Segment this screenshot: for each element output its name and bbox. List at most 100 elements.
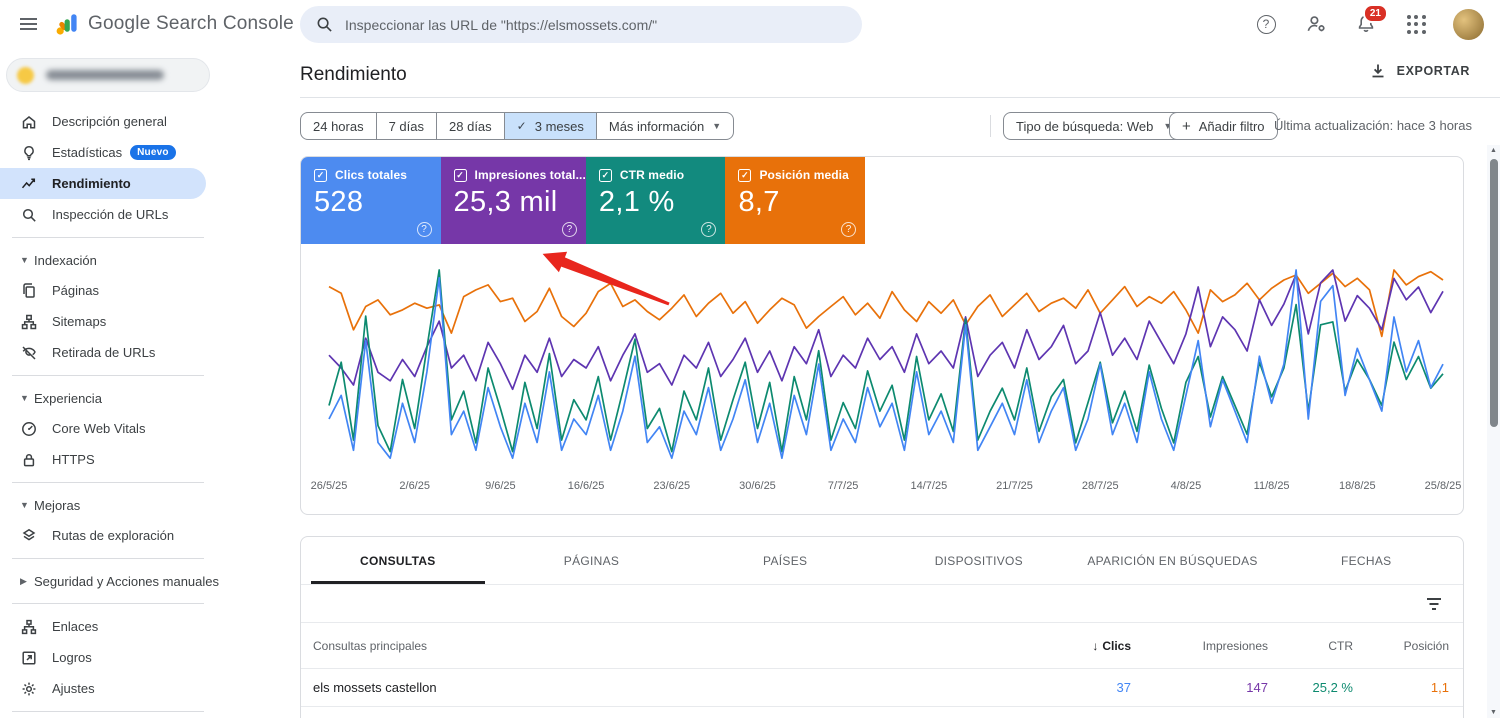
- metric-help-icon[interactable]: ?: [561, 222, 577, 237]
- sidebar-item-estad-sticas[interactable]: Estadísticas Nuevo: [0, 137, 300, 168]
- scrollbar-thumb[interactable]: [1489, 159, 1498, 427]
- performance-line-chart[interactable]: [325, 258, 1447, 470]
- help-button[interactable]: ?: [1253, 11, 1279, 37]
- tab-consultas[interactable]: CONSULTAS: [301, 537, 495, 584]
- sidebar-item-https[interactable]: HTTPS: [0, 444, 300, 475]
- table-row[interactable]: els mossets castellon 37 147 25,2 % 1,1: [301, 669, 1463, 707]
- sidebar-item-descripci-n-general[interactable]: Descripción general: [0, 106, 300, 137]
- account-settings-button[interactable]: [1303, 11, 1329, 37]
- metric-card-ctr-medio[interactable]: ✓ CTR medio 2,1 %?: [585, 157, 726, 244]
- table-body: els mossets castellon 37 147 25,2 % 1,1: [301, 669, 1463, 707]
- sort-desc-icon: ↓: [1092, 638, 1099, 653]
- sidebar-section-seguridad-y-acciones-manuales[interactable]: ▶ Seguridad y Acciones manuales: [0, 566, 300, 596]
- date-range-control: 24 horas 7 días 28 días ✓ 3 meses Más informa…: [300, 112, 735, 140]
- scroll-up-icon[interactable]: ▲: [1487, 147, 1500, 154]
- apps-grid-icon: [1406, 14, 1426, 34]
- sidebar-item-enlaces[interactable]: Enlaces: [0, 611, 300, 642]
- sidebar-nav: Descripción general Estadísticas Nuevo Rend…: [0, 106, 300, 718]
- chart-area: 26/5/25 2/6/25 9/6/25 16/6/25 23/6/25 30/6/25…: [301, 258, 1463, 502]
- export-label: EXPORTAR: [1396, 64, 1470, 78]
- achievements-icon: [22, 650, 36, 665]
- sidebar-item-label: Estadísticas: [52, 145, 123, 160]
- tab-dispositivos[interactable]: DISPOSITIVOS: [882, 537, 1076, 584]
- property-selector[interactable]: [6, 58, 210, 92]
- settings-icon: [22, 682, 36, 695]
- tab-aparici-n-en-b-squedas[interactable]: APARICIÓN EN BÚSQUEDAS: [1076, 537, 1270, 584]
- column-header-impresiones[interactable]: Impresiones: [1131, 639, 1268, 653]
- page-title: Rendimiento: [300, 64, 407, 85]
- metric-card-impresiones-total-[interactable]: ✓ Impresiones total... 25,3 mil?: [440, 157, 586, 244]
- metric-card-clics-totales[interactable]: ✓ Clics totales 528?: [301, 157, 441, 244]
- checked-checkbox-icon[interactable]: ✓: [453, 168, 467, 182]
- chevron-right-icon: ▶: [20, 575, 27, 586]
- x-tick-label: 28/7/25: [1081, 480, 1119, 492]
- sidebar-item-sitemaps[interactable]: Sitemaps: [0, 306, 300, 337]
- metric-help-icon[interactable]: ?: [701, 222, 717, 237]
- search-icon: [317, 17, 332, 32]
- metric-label-row: ✓ Posición media: [738, 168, 865, 182]
- last-updated-text: Última actualización: hace 3 horas: [1274, 118, 1472, 133]
- links-icon: [21, 619, 37, 634]
- sidebar-divider: [12, 603, 204, 604]
- search-type-label: Tipo de búsqueda: Web: [1016, 118, 1154, 134]
- home-icon: [22, 115, 36, 129]
- search-input[interactable]: [345, 16, 846, 33]
- sidebar-item-rendimiento[interactable]: Rendimiento: [0, 168, 206, 199]
- sidebar-item-rutas-de-exploraci-n[interactable]: Rutas de exploración: [0, 520, 300, 551]
- sidebar-divider: [12, 558, 204, 559]
- account-avatar[interactable]: [1453, 8, 1484, 40]
- google-apps-button[interactable]: [1403, 11, 1429, 37]
- notifications-button[interactable]: 21: [1353, 4, 1388, 37]
- export-button[interactable]: EXPORTAR: [1369, 62, 1470, 80]
- tab-label: PÁGINAS: [563, 553, 620, 568]
- sidebar-item-ajustes[interactable]: Ajustes: [0, 673, 300, 704]
- metric-help-icon[interactable]: ?: [841, 222, 856, 237]
- url-inspection-icon: [22, 208, 36, 222]
- sidebar-item-retirada-de-urls[interactable]: Retirada de URLs: [0, 337, 300, 368]
- sidebar-section-experiencia[interactable]: ▼ Experiencia: [0, 383, 300, 413]
- sidebar-item-logros[interactable]: Logros: [0, 642, 300, 673]
- checked-checkbox-icon[interactable]: ✓: [738, 168, 752, 182]
- sidebar-item-inspecci-n-de-urls[interactable]: Inspección de URLs: [0, 199, 300, 230]
- chart-line-posici-n: [328, 269, 1444, 338]
- page-header: Rendimiento EXPORTAR: [300, 48, 1500, 98]
- cell-clics: 37: [1116, 680, 1131, 695]
- menu-icon[interactable]: [8, 4, 48, 44]
- checked-checkbox-icon[interactable]: ✓: [314, 168, 327, 182]
- column-header-posicion[interactable]: Posición: [1353, 639, 1449, 653]
- section-label: Mejoras: [34, 497, 81, 513]
- help-icon: ?: [1256, 14, 1276, 34]
- add-filter-button[interactable]: + Añadir filtro: [1169, 112, 1278, 140]
- search-type-filter[interactable]: Tipo de búsqueda: Web ▼: [1003, 112, 1186, 140]
- sidebar-item-p-ginas[interactable]: Páginas: [0, 275, 300, 306]
- vertical-scrollbar[interactable]: ▲ ▼: [1487, 145, 1500, 718]
- url-inspection-search[interactable]: [300, 6, 862, 43]
- date-range-28-d-as[interactable]: 28 días: [437, 113, 505, 139]
- column-header-consultas[interactable]: Consultas principales: [313, 639, 1001, 653]
- metric-value: 25,3 mil: [453, 186, 558, 218]
- sidebar-section-mejoras[interactable]: ▼ Mejoras: [0, 490, 300, 520]
- more-info-dropdown[interactable]: Más información ▼: [597, 113, 733, 139]
- metric-card-posici-n-media[interactable]: ✓ Posición media 8,7?: [725, 157, 865, 244]
- filter-list-icon[interactable]: [1425, 596, 1443, 612]
- sidebar-section-indexaci-n[interactable]: ▼ Indexación: [0, 245, 300, 275]
- date-range-24-horas[interactable]: 24 horas: [301, 113, 377, 139]
- column-header-ctr[interactable]: CTR: [1268, 639, 1353, 653]
- x-tick-label: 21/7/25: [996, 480, 1033, 492]
- sidebar-item-label: Inspección de URLs: [52, 207, 169, 222]
- app-logo[interactable]: Google Search Console: [54, 11, 294, 37]
- sidebar-divider: [12, 711, 204, 712]
- scroll-down-icon[interactable]: ▼: [1487, 709, 1500, 716]
- date-range-label: 28 días: [449, 118, 492, 134]
- date-range-3-meses[interactable]: ✓ 3 meses: [504, 113, 597, 139]
- tab-p-ginas[interactable]: PÁGINAS: [495, 537, 689, 584]
- tab-pa-ses[interactable]: PAÍSES: [688, 537, 882, 584]
- tab-fechas[interactable]: FECHAS: [1269, 537, 1463, 584]
- filter-separator: [990, 115, 991, 137]
- metric-help-icon[interactable]: ?: [416, 222, 432, 237]
- column-header-clics[interactable]: ↓ Clics: [1001, 639, 1131, 653]
- sidebar-item-core-web-vitals[interactable]: Core Web Vitals: [0, 413, 300, 444]
- checked-checkbox-icon[interactable]: ✓: [598, 168, 612, 182]
- date-range-7-d-as[interactable]: 7 días: [377, 113, 438, 139]
- download-icon: [1372, 64, 1384, 78]
